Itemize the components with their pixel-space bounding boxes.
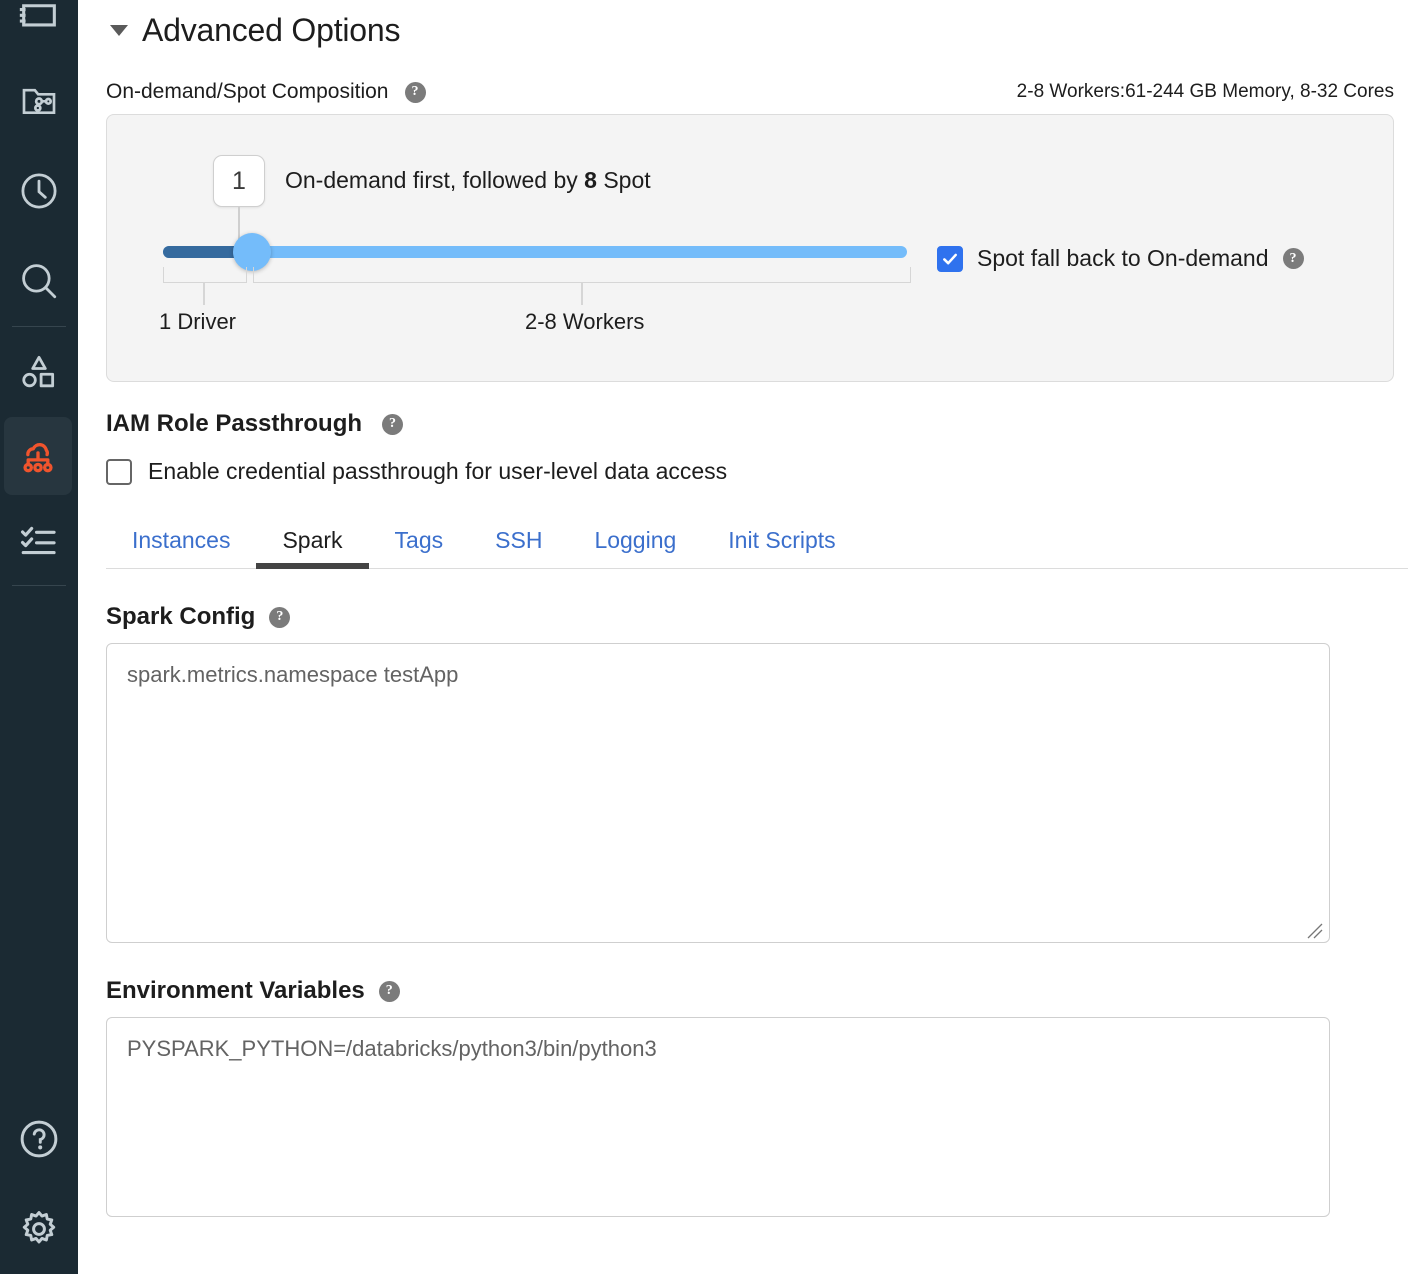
iam-passthrough-checkbox[interactable]: [106, 459, 132, 485]
ruler-tick-driver: [203, 283, 205, 305]
composition-slider[interactable]: [163, 241, 907, 263]
slider-caption-prefix: On-demand first, followed by: [285, 167, 578, 193]
sidebar-divider-2: [12, 585, 66, 586]
help-icon[interactable]: ?: [379, 981, 400, 1002]
ruler-tick-workers: [581, 283, 583, 305]
caret-down-icon[interactable]: [110, 25, 128, 36]
help-icon[interactable]: ?: [1283, 248, 1304, 269]
help-icon[interactable]: ?: [405, 82, 426, 103]
composition-label: On-demand/Spot Composition: [106, 80, 389, 104]
spark-config-value: spark.metrics.namespace testApp: [127, 662, 458, 687]
sidebar-item-data[interactable]: [0, 56, 78, 146]
env-vars-textarea[interactable]: PYSPARK_PYTHON=/databricks/python3/bin/p…: [106, 1017, 1330, 1217]
env-vars-label-row: Environment Variables ?: [106, 977, 1408, 1005]
iam-title-row: IAM Role Passthrough ?: [106, 410, 1408, 438]
spot-fallback-row[interactable]: Spot fall back to On-demand ?: [937, 245, 1304, 272]
main-panel: Advanced Options On-demand/Spot Composit…: [78, 0, 1422, 1274]
tab-ssh[interactable]: SSH: [469, 521, 568, 568]
ruler-label-workers: 2-8 Workers: [525, 309, 644, 335]
slider-caption-bold: 8: [584, 167, 597, 193]
sidebar-item-recents[interactable]: [0, 146, 78, 236]
clusters-icon: [17, 435, 59, 477]
data-icon: [19, 81, 59, 121]
page-title: Advanced Options: [142, 12, 400, 49]
app-root: Advanced Options On-demand/Spot Composit…: [0, 0, 1422, 1274]
tab-init-scripts[interactable]: Init Scripts: [702, 521, 861, 568]
sidebar-item-jobs[interactable]: [0, 495, 78, 585]
tab-logging[interactable]: Logging: [568, 521, 702, 568]
iam-passthrough-label: Enable credential passthrough for user-l…: [148, 458, 727, 485]
help-icon[interactable]: ?: [382, 414, 403, 435]
help-circle-icon: [17, 1117, 61, 1161]
iam-checkbox-row[interactable]: Enable credential passthrough for user-l…: [106, 458, 1408, 485]
settings-gear-icon: [18, 1208, 60, 1250]
slider-ruler: 1 Driver 2-8 Workers: [163, 267, 911, 287]
slider-handle[interactable]: [233, 233, 271, 271]
slider-track[interactable]: [163, 246, 907, 258]
composition-label-row: On-demand/Spot Composition ? 2-8 Workers…: [106, 80, 1408, 104]
sidebar-item-search[interactable]: [0, 236, 78, 326]
spark-config-textarea[interactable]: spark.metrics.namespace testApp: [106, 643, 1330, 943]
ruler-label-driver: 1 Driver: [159, 309, 236, 335]
left-sidebar: [0, 0, 78, 1274]
sidebar-item-settings[interactable]: [0, 1184, 78, 1274]
slider-value-bubble: 1: [213, 155, 265, 207]
spark-config-label-row: Spark Config ?: [106, 603, 1408, 631]
tab-instances[interactable]: Instances: [106, 521, 256, 568]
sidebar-bottom-group: [0, 1094, 78, 1274]
spot-fallback-label: Spot fall back to On-demand: [977, 245, 1269, 272]
resize-grip-icon[interactable]: [1305, 919, 1323, 937]
settings-tabs: Instances Spark Tags SSH Logging Init Sc…: [106, 521, 1408, 569]
recents-clock-icon: [18, 170, 60, 212]
advanced-options-header[interactable]: Advanced Options: [106, 0, 1408, 56]
tab-tags[interactable]: Tags: [369, 521, 470, 568]
spark-config-label: Spark Config: [106, 603, 255, 631]
workspace-icon: [16, 0, 62, 46]
slider-caption-suffix: Spot: [603, 167, 650, 193]
ruler-bracket-workers: [253, 267, 911, 283]
composition-summary: 2-8 Workers:61-244 GB Memory, 8-32 Cores: [1017, 81, 1394, 103]
composition-label-group: On-demand/Spot Composition ?: [106, 80, 426, 104]
sidebar-item-help[interactable]: [0, 1094, 78, 1184]
ruler-bracket-driver: [163, 267, 247, 283]
env-vars-label: Environment Variables: [106, 977, 365, 1005]
env-vars-value: PYSPARK_PYTHON=/databricks/python3/bin/p…: [127, 1036, 657, 1061]
sidebar-item-clusters[interactable]: [4, 417, 72, 495]
content-area: Advanced Options On-demand/Spot Composit…: [78, 0, 1422, 1217]
sidebar-item-models[interactable]: [0, 327, 78, 417]
spot-fallback-checkbox[interactable]: [937, 246, 963, 272]
help-icon[interactable]: ?: [269, 607, 290, 628]
tab-spark[interactable]: Spark: [256, 521, 368, 568]
composition-panel: 1 On-demand first, followed by 8 Spot: [106, 114, 1394, 382]
sidebar-item-workspace[interactable]: [0, 0, 78, 56]
slider-caption: On-demand first, followed by 8 Spot: [285, 167, 651, 194]
jobs-checklist-icon: [18, 519, 60, 561]
search-icon: [18, 260, 60, 302]
iam-title: IAM Role Passthrough: [106, 410, 362, 438]
models-shapes-icon: [18, 351, 60, 393]
